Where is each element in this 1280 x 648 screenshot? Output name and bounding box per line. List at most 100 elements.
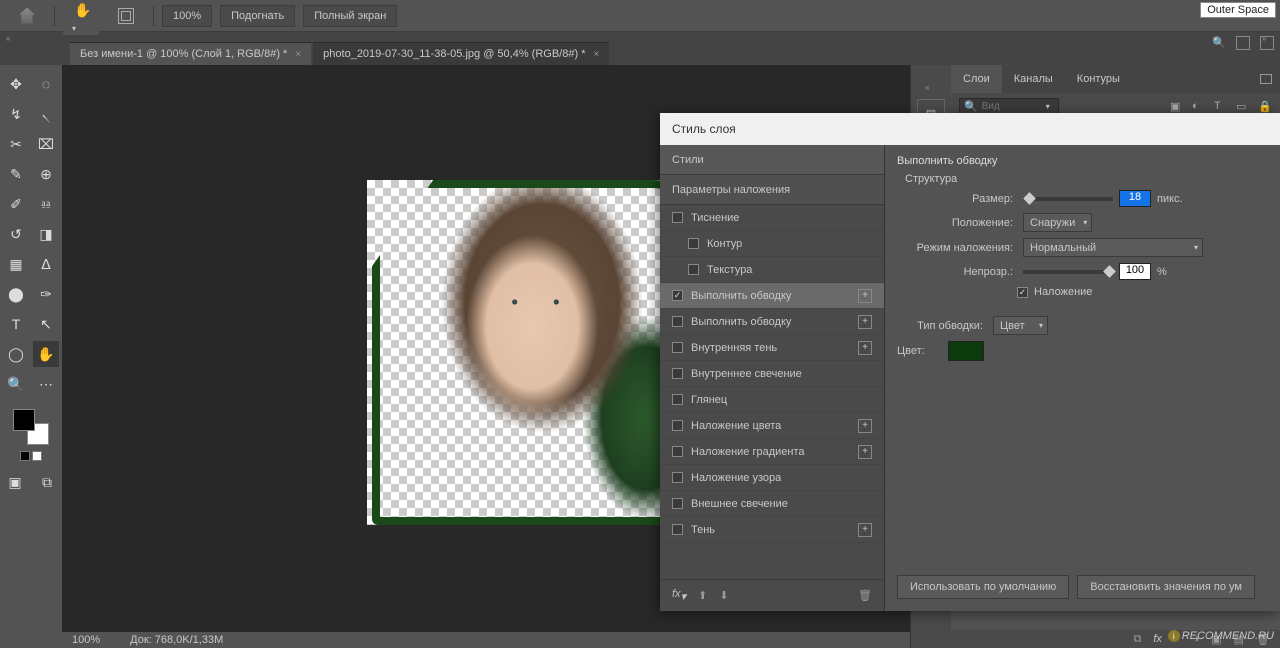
quickmask-tool[interactable]: ▣ [2,469,28,495]
hand-tool-indicator[interactable]: ▾ [63,0,99,35]
layer-fx-icon[interactable]: fx [1153,633,1162,645]
tab-paths[interactable]: Контуры [1065,65,1132,93]
status-zoom[interactable]: 100% [72,634,100,646]
swap-colors-icon[interactable] [32,451,42,461]
style-checkbox[interactable] [672,446,683,457]
reset-default-button[interactable]: Восстановить значения по ум [1077,575,1255,599]
size-slider[interactable] [1023,197,1113,201]
position-dropdown[interactable]: Снаружи [1023,213,1092,232]
quick-select-tool[interactable]: ৲ [33,101,59,127]
add-effect-icon[interactable]: + [858,341,872,355]
fx-icon[interactable]: fx▾ [672,588,686,603]
workspace-icon-2[interactable] [1260,36,1274,50]
lasso-tool[interactable]: ↯ [3,101,29,127]
style-checkbox[interactable] [688,238,699,249]
marquee-tool[interactable]: ◌ [33,71,59,97]
add-effect-icon[interactable]: + [858,445,872,459]
trash-icon[interactable]: 🗑 [858,589,872,602]
dialog-titlebar[interactable]: Стиль слоя [660,113,1280,145]
history-brush-tool[interactable]: ↺ [3,221,29,247]
screenmode-tool[interactable]: ⧉ [34,469,60,495]
search-icon[interactable]: 🔍 [1212,36,1226,50]
make-default-button[interactable]: Использовать по умолчанию [897,575,1069,599]
style-item-3[interactable]: Выполнить обводку+ [660,283,884,309]
foreground-swatch[interactable] [13,409,35,431]
type-tool[interactable]: T [3,311,29,337]
color-swatches[interactable] [11,407,51,447]
fullscreen-button[interactable]: Полный экран [303,5,397,27]
workspace-icon-1[interactable] [1236,36,1250,50]
tab-layers[interactable]: Слои [951,65,1002,93]
close-icon[interactable]: × [295,49,301,60]
style-item-1[interactable]: Контур [660,231,884,257]
style-checkbox[interactable] [688,264,699,275]
status-doc-size[interactable]: Док: 768,0K/1,33M [130,634,223,646]
filter-type-icon[interactable]: T [1214,100,1228,114]
eyedropper-tool[interactable]: ✎ [3,161,29,187]
filter-adjust-icon[interactable]: ◐ [1192,100,1206,114]
close-icon[interactable]: × [593,49,599,60]
collapse-icon[interactable]: « [925,83,937,89]
healing-tool[interactable]: ⊕ [33,161,59,187]
opacity-slider[interactable] [1023,270,1113,274]
scroll-all-windows[interactable] [107,3,145,29]
style-item-4[interactable]: Выполнить обводку+ [660,309,884,335]
document-tab-2[interactable]: photo_2019-07-30_11-38-05.jpg @ 50,4% (R… [313,42,609,65]
add-effect-icon[interactable]: + [858,523,872,537]
move-down-icon[interactable]: ⬇ [719,589,728,602]
more-tools[interactable]: ⋯ [33,371,59,397]
style-item-5[interactable]: Внутренняя тень+ [660,335,884,361]
filter-input[interactable] [982,101,1042,112]
style-item-6[interactable]: Внутреннее свечение [660,361,884,387]
eraser-tool[interactable]: ◨ [33,221,59,247]
styles-header[interactable]: Стили [660,145,884,175]
opacity-input[interactable]: 100 [1119,263,1151,280]
pen-tool[interactable]: ✑ [33,281,59,307]
blend-mode-dropdown[interactable]: Нормальный [1023,238,1203,257]
style-checkbox[interactable] [672,420,683,431]
style-item-10[interactable]: Наложение узора [660,465,884,491]
shape-tool[interactable]: ◯ [3,341,29,367]
style-item-2[interactable]: Текстура [660,257,884,283]
zoom-level[interactable]: 100% [162,5,212,27]
style-item-11[interactable]: Внешнее свечение [660,491,884,517]
stroke-color-swatch[interactable] [948,341,984,361]
style-checkbox[interactable] [672,368,683,379]
stamp-tool[interactable]: ⎂ [33,191,59,217]
blend-options-row[interactable]: Параметры наложения [660,175,884,205]
style-item-8[interactable]: Наложение цвета+ [660,413,884,439]
filter-pixel-icon[interactable]: ▣ [1170,100,1184,114]
style-checkbox[interactable] [672,524,683,535]
filter-smart-icon[interactable]: 🔒 [1258,100,1272,114]
style-checkbox[interactable] [672,472,683,483]
dodge-tool[interactable]: ⬤ [3,281,29,307]
crop-tool[interactable]: ✂ [3,131,29,157]
style-item-12[interactable]: Тень+ [660,517,884,543]
stroke-type-dropdown[interactable]: Цвет [993,316,1048,335]
style-checkbox[interactable] [672,290,683,301]
fit-button[interactable]: Подогнать [220,5,295,27]
collapse-left-icon[interactable]: « [6,34,18,40]
style-item-9[interactable]: Наложение градиента+ [660,439,884,465]
style-checkbox[interactable] [672,212,683,223]
zoom-tool[interactable]: 🔍 [3,371,29,397]
style-item-7[interactable]: Глянец [660,387,884,413]
move-tool[interactable]: ✥ [3,71,29,97]
gradient-tool[interactable]: ▦ [3,251,29,277]
add-effect-icon[interactable]: + [858,419,872,433]
style-checkbox[interactable] [672,394,683,405]
move-up-icon[interactable]: ⬆ [698,589,707,602]
style-checkbox[interactable] [672,342,683,353]
style-item-0[interactable]: Тиснение [660,205,884,231]
blur-tool[interactable]: ᐃ [33,251,59,277]
hand-tool[interactable]: ✋ [33,341,59,367]
document-tab-1[interactable]: Без имени-1 @ 100% (Слой 1, RGB/8#) * × [70,42,311,65]
style-checkbox[interactable] [672,498,683,509]
size-input[interactable]: 18 [1119,190,1151,207]
home-button[interactable] [8,3,46,29]
brush-tool[interactable]: ✐ [3,191,29,217]
overprint-checkbox[interactable] [1017,287,1028,298]
path-select-tool[interactable]: ↖ [33,311,59,337]
tab-channels[interactable]: Каналы [1002,65,1065,93]
panel-menu-icon[interactable] [1260,74,1272,84]
